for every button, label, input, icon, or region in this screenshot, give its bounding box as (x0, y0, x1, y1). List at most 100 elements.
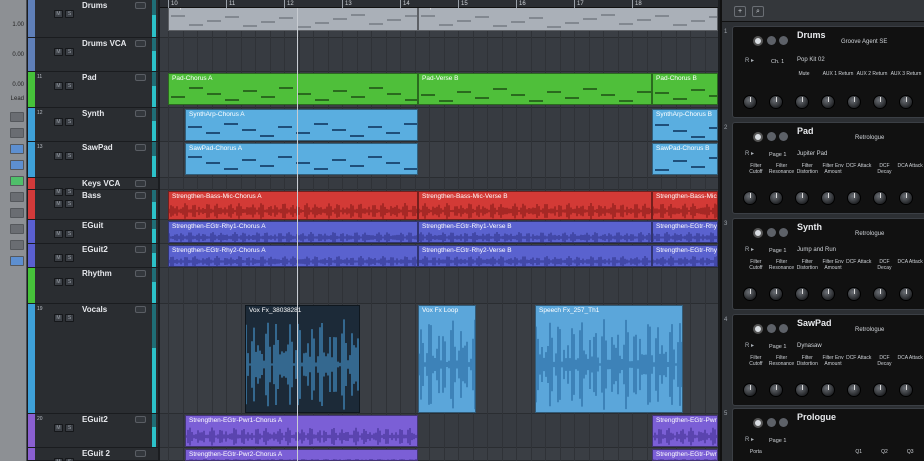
inspector-button[interactable] (10, 208, 24, 218)
inspector-button[interactable] (10, 128, 24, 138)
track-header[interactable]: M S Bass (28, 190, 158, 220)
gear-icon[interactable] (779, 228, 788, 237)
page-label[interactable]: Page 1 (769, 344, 786, 350)
event-part[interactable]: Strengthen-EGtr-Rhy1-Verse B (418, 221, 652, 243)
track-header[interactable]: M S Keys VCA (28, 178, 158, 196)
track-lane[interactable] (160, 38, 718, 72)
event-part[interactable]: Strengthen-Bass-Mic-Chorus A (168, 191, 418, 220)
track-name[interactable]: Synth (82, 109, 104, 118)
power-icon[interactable] (753, 132, 763, 142)
mute-button[interactable]: M (54, 48, 63, 56)
rack-slot[interactable]: 3 Synth Retrologue R ▸ Page 1 Jump and Run Fil… (724, 218, 924, 310)
event-part[interactable]: Strengthen-EGtr-Pwr1-Chorus A (185, 415, 418, 447)
inspector-button[interactable] (10, 176, 24, 186)
gear-icon[interactable] (779, 132, 788, 141)
power-icon[interactable] (753, 36, 763, 46)
track-header[interactable]: M S Drums VCA (28, 38, 158, 72)
track-header[interactable]: M S Drums (28, 0, 158, 38)
preset-name[interactable]: Jump and Run (797, 247, 836, 253)
project-window[interactable]: Pop Kit 02-Chorus A Pop Kit 02-Verse B Pad… (160, 8, 718, 461)
control-knob[interactable] (743, 287, 757, 301)
rack-slot[interactable]: 1 Drums Groove Agent SE R ▸ Ch. 1 Pop Kit 02 M… (724, 26, 924, 118)
track-header[interactable]: 19 M S Vocals (28, 304, 158, 414)
solo-button[interactable]: S (65, 314, 74, 322)
pan-value[interactable]: 0.00 (0, 52, 24, 58)
track-name[interactable]: EGuit (82, 221, 103, 230)
track-name[interactable]: SawPad (82, 143, 113, 152)
control-knob[interactable] (769, 383, 783, 397)
track-options-icon[interactable] (135, 180, 146, 187)
control-knob[interactable] (873, 191, 887, 205)
track-options-icon[interactable] (135, 74, 146, 81)
control-knob[interactable] (821, 287, 835, 301)
mute-button[interactable]: M (54, 424, 63, 432)
control-knob[interactable] (795, 287, 809, 301)
record-monitor-icons[interactable]: R ▸ (745, 342, 754, 349)
preset-name[interactable]: Dynasaw (797, 343, 822, 349)
search-icon[interactable]: ⌕ (752, 6, 764, 17)
control-knob[interactable] (899, 191, 913, 205)
edit-icon[interactable] (767, 132, 776, 141)
track-options-icon[interactable] (135, 2, 146, 9)
event-part[interactable]: Pop Kit 02-Verse B (418, 8, 718, 31)
track-lane[interactable] (160, 268, 718, 304)
power-icon[interactable] (753, 418, 763, 428)
control-knob[interactable] (795, 95, 809, 109)
event-part[interactable]: Strengthen-EGtr-Rhy2-Chorus A (168, 245, 418, 267)
event-part[interactable]: Strengthen-EGtr-Rhy1-Chorus B (652, 221, 718, 243)
track-name[interactable]: Rhythm (82, 269, 112, 278)
control-knob[interactable] (873, 95, 887, 109)
track-options-icon[interactable] (135, 222, 146, 229)
preset-name[interactable]: Jupiter Pad (797, 151, 827, 157)
track-options-icon[interactable] (135, 40, 146, 47)
control-knob[interactable] (899, 95, 913, 109)
inspector-button[interactable] (10, 256, 24, 266)
mute-button[interactable]: M (54, 118, 63, 126)
event-part[interactable]: Strengthen-Bass-Mic-Chorus B (652, 191, 718, 220)
control-knob[interactable] (821, 191, 835, 205)
power-icon[interactable] (753, 324, 763, 334)
edit-icon[interactable] (767, 324, 776, 333)
ruler[interactable]: 10 11 12 13 14 15 16 17 18 (160, 0, 718, 8)
event-part[interactable]: Vox Fx_38038281 (245, 305, 360, 413)
edit-icon[interactable] (767, 228, 776, 237)
control-knob[interactable] (899, 287, 913, 301)
track-options-icon[interactable] (135, 110, 146, 117)
control-knob[interactable] (821, 383, 835, 397)
mute-button[interactable]: M (54, 278, 63, 286)
track-name[interactable]: EGuit2 (82, 245, 108, 254)
event-part[interactable]: Strengthen-EGtr-Rhy2-Verse B (418, 245, 652, 267)
inspector-button[interactable] (10, 144, 24, 154)
inspector-button[interactable] (10, 240, 24, 250)
track-name[interactable]: Pad (82, 73, 97, 82)
event-part[interactable]: Pad-Chorus B (652, 73, 718, 105)
playhead-cursor[interactable] (297, 8, 298, 461)
control-knob[interactable] (847, 191, 861, 205)
track-name[interactable]: Bass (82, 191, 101, 200)
track-header[interactable]: M S EGuit (28, 220, 158, 244)
track-name[interactable]: EGuit2 (82, 415, 108, 424)
event-part[interactable]: Strengthen-EGtr-Pwr1-Chorus B (652, 415, 718, 447)
track-name[interactable]: Keys VCA (82, 179, 120, 188)
track-options-icon[interactable] (135, 192, 146, 199)
solo-button[interactable]: S (65, 278, 74, 286)
track-options-icon[interactable] (135, 270, 146, 277)
control-knob[interactable] (743, 95, 757, 109)
track-header[interactable]: M S EGuit2 (28, 244, 158, 268)
mute-button[interactable]: M (54, 314, 63, 322)
control-knob[interactable] (873, 383, 887, 397)
control-knob[interactable] (847, 383, 861, 397)
control-knob[interactable] (769, 191, 783, 205)
event-part[interactable]: Strengthen-EGtr-Pwr2-Chorus B (652, 449, 718, 461)
gear-icon[interactable] (779, 36, 788, 45)
record-monitor-icons[interactable]: R ▸ (745, 246, 754, 253)
gear-icon[interactable] (779, 418, 788, 427)
event-part[interactable]: Strengthen-EGtr-Pwr2-Chorus A (185, 449, 418, 461)
gear-icon[interactable] (779, 324, 788, 333)
edit-icon[interactable] (767, 36, 776, 45)
event-part[interactable]: Strengthen-Bass-Mic-Verse B (418, 191, 652, 220)
rack-slot[interactable]: 4 SawPad Retrologue R ▸ Page 1 Dynasaw Filter … (724, 314, 924, 406)
inspector-button[interactable] (10, 224, 24, 234)
track-header[interactable]: 12 M S Synth (28, 108, 158, 142)
event-part[interactable]: SawPad-Chorus B (652, 143, 718, 175)
